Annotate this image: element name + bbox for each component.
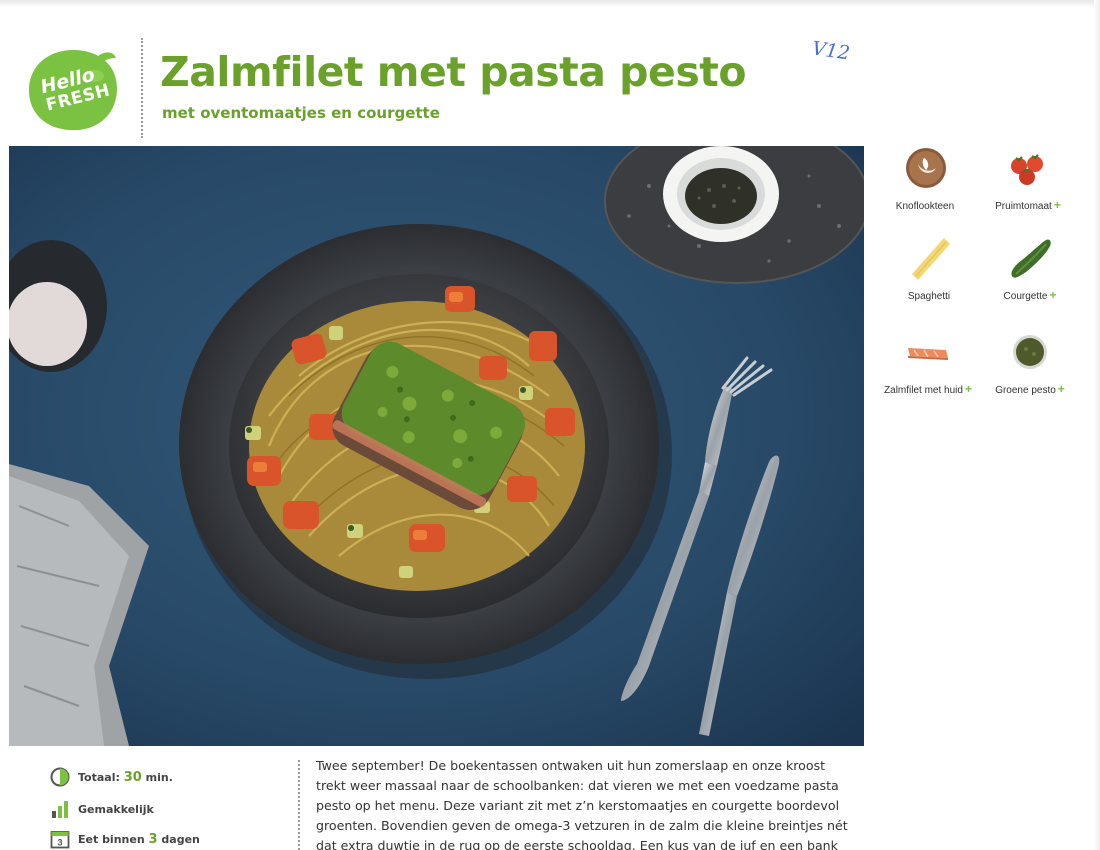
hellofresh-logo: Hello FRESH xyxy=(24,46,122,134)
ingredient-groene-pesto: Groene pesto + xyxy=(980,328,1080,396)
plus-icon: + xyxy=(1053,198,1061,212)
ingredient-label: Groene pesto xyxy=(995,385,1056,396)
pesto-icon xyxy=(1006,328,1054,376)
ingredient-pruimtomaat: Pruimtomaat + xyxy=(978,144,1078,212)
pepper-bowl xyxy=(663,146,779,242)
plus-icon: + xyxy=(964,382,972,396)
eat-within-suffix: dagen xyxy=(161,832,200,846)
plus-icon: + xyxy=(1057,382,1065,396)
garlic-icon xyxy=(902,144,950,192)
difficulty-label: Gemakkelijk xyxy=(78,802,154,816)
ingredient-label: Spaghetti xyxy=(907,291,951,302)
header-divider xyxy=(141,38,143,138)
total-unit: min. xyxy=(145,770,173,784)
calendar-number: 3 xyxy=(57,838,62,848)
ingredient-label: Zalmfilet met huid xyxy=(884,385,963,396)
hero-photo xyxy=(9,146,864,746)
ingredient-knoflookteen: Knoflookteen xyxy=(876,144,976,212)
eat-within-value: 3 xyxy=(148,831,158,847)
difficulty-bars-icon xyxy=(50,799,70,819)
clock-icon xyxy=(50,767,70,787)
ingredient-label: Knoflookteen xyxy=(895,201,955,212)
scan-edge-right xyxy=(1094,0,1100,850)
meta-difficulty: Gemakkelijk xyxy=(50,799,154,819)
courgette-icon xyxy=(1006,234,1054,282)
intro-paragraph: Twee september! De boekentassen ontwaken… xyxy=(316,758,848,850)
meta-eat-within: 3 Eet binnen 3 dagen xyxy=(50,829,200,849)
ingredient-spaghetti: Spaghetti xyxy=(880,234,980,302)
total-value: 30 xyxy=(123,769,142,785)
calendar-icon: 3 xyxy=(50,829,70,849)
spaghetti-icon xyxy=(906,234,954,282)
ingredient-courgette: Courgette + xyxy=(980,234,1080,302)
recipe-title: Zalmfilet met pasta pesto xyxy=(160,48,746,96)
footer-divider xyxy=(298,760,300,850)
ingredient-zalmfilet: Zalmfilet met huid + xyxy=(878,328,978,396)
handwritten-note: V12 xyxy=(810,37,852,65)
salmon-icon xyxy=(904,328,952,376)
plus-icon: + xyxy=(1049,288,1057,302)
recipe-subtitle: met oventomaatjes en courgette xyxy=(162,104,440,122)
tomato-icon xyxy=(1004,144,1052,192)
ingredient-label: Pruimtomaat xyxy=(995,201,1052,212)
ingredient-label: Courgette xyxy=(1003,291,1048,302)
scan-edge-top xyxy=(0,0,1100,7)
total-label: Totaal: xyxy=(78,770,120,784)
eat-within-prefix: Eet binnen xyxy=(78,832,145,846)
meta-total-time: Totaal: 30 min. xyxy=(50,767,173,787)
